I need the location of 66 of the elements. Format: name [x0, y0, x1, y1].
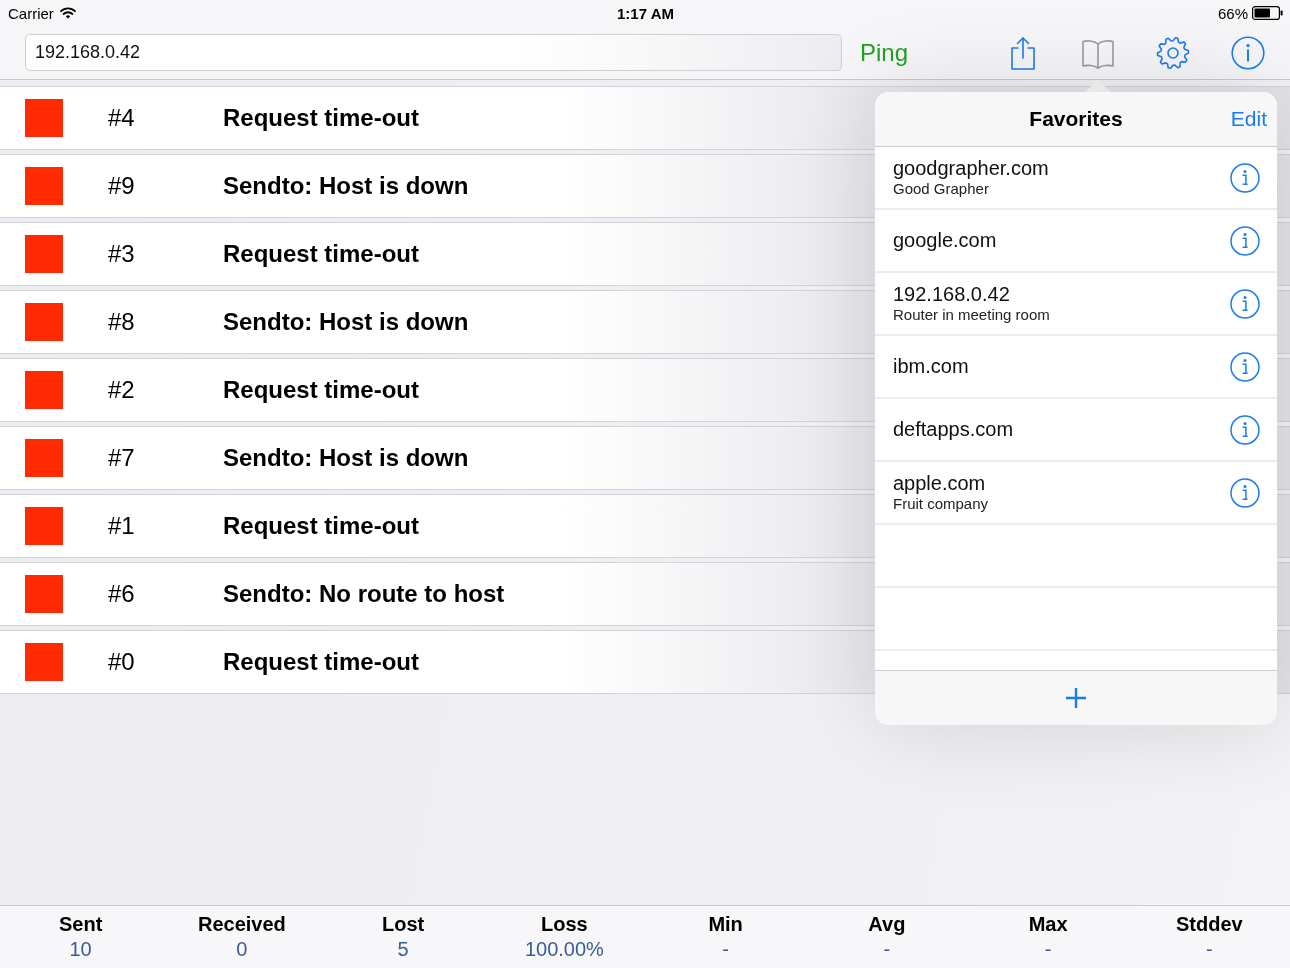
favorite-host: 192.168.0.42: [893, 283, 1011, 306]
favorite-note: Good Grapher: [893, 180, 990, 198]
stat-label: Max: [1028, 912, 1068, 937]
stat-label: Stddev: [1176, 912, 1243, 937]
sequence-number: #7: [108, 444, 136, 472]
favorite-note: Router in meeting room: [893, 306, 1051, 324]
favorite-host: goodgrapher.com: [893, 157, 1050, 180]
result-message: Request time-out: [223, 512, 419, 540]
sequence-number: #0: [108, 648, 136, 676]
info-icon[interactable]: [1230, 477, 1260, 508]
stat-label: Min: [708, 912, 743, 937]
stat-value: 0: [236, 937, 248, 961]
plus-icon: [1065, 687, 1087, 709]
favorite-host: ibm.com: [893, 355, 970, 378]
result-message: Sendto: No route to host: [223, 580, 505, 608]
wifi-icon: [59, 7, 76, 19]
sequence-number: #6: [108, 580, 136, 608]
info-icon[interactable]: [1230, 351, 1260, 382]
stat-label: Received: [197, 912, 286, 937]
stat-label: Loss: [541, 912, 588, 937]
result-message: Request time-out: [223, 240, 419, 268]
stat-value: -: [883, 937, 891, 961]
info-icon[interactable]: [1230, 288, 1260, 319]
favorite-item[interactable]: 192.168.0.42 Router in meeting room: [875, 273, 1277, 336]
popover-title: Favorites: [1029, 107, 1123, 131]
sequence-number: #3: [108, 240, 136, 268]
favorite-item[interactable]: goodgrapher.com Good Grapher: [875, 147, 1277, 210]
favorite-item[interactable]: apple.com Fruit company: [875, 462, 1277, 525]
stat-label: Lost: [382, 912, 425, 937]
favorite-host: apple.com: [893, 472, 987, 495]
clock-time: 1:17 AM: [617, 4, 674, 22]
result-message: Request time-out: [223, 648, 419, 676]
stat-value: -: [1044, 937, 1052, 961]
address-field[interactable]: 192.168.0.42: [25, 34, 842, 71]
info-icon[interactable]: [1230, 162, 1260, 193]
favorite-host: google.com: [893, 229, 998, 252]
sequence-number: #2: [108, 376, 136, 404]
stat-value: -: [1206, 937, 1213, 961]
stat-value: 10: [69, 937, 92, 961]
carrier-name: Carrier: [8, 4, 54, 22]
result-message: Sendto: Host is down: [223, 444, 469, 472]
favorite-item[interactable]: google.com: [875, 210, 1277, 273]
stat-value: 5: [397, 937, 409, 961]
favorite-item[interactable]: deftapps.com: [875, 399, 1277, 462]
sequence-number: #4: [108, 104, 136, 132]
sequence-number: #9: [108, 172, 136, 200]
favorite-item[interactable]: ibm.com: [875, 336, 1277, 399]
stat-value: -: [722, 937, 729, 961]
sequence-number: #1: [108, 512, 136, 540]
result-message: Request time-out: [223, 104, 419, 132]
favorite-host: deftapps.com: [893, 418, 1015, 441]
settings-icon[interactable]: [1156, 36, 1190, 70]
info-icon[interactable]: [1230, 225, 1260, 256]
stat-label: Avg: [868, 912, 906, 937]
sequence-number: #8: [108, 308, 136, 336]
favorite-note: Fruit company: [893, 495, 990, 513]
stat-value: 100.00%: [524, 937, 604, 961]
result-message: Sendto: Host is down: [223, 172, 469, 200]
battery-icon: [1252, 6, 1283, 20]
edit-button[interactable]: Edit: [1230, 107, 1267, 131]
result-message: Sendto: Host is down: [223, 308, 469, 336]
stat-label: Sent: [58, 912, 103, 937]
info-icon[interactable]: [1230, 414, 1260, 445]
result-message: Request time-out: [223, 376, 419, 404]
info-icon[interactable]: [1231, 36, 1265, 70]
battery-percent: 66%: [1217, 4, 1248, 22]
